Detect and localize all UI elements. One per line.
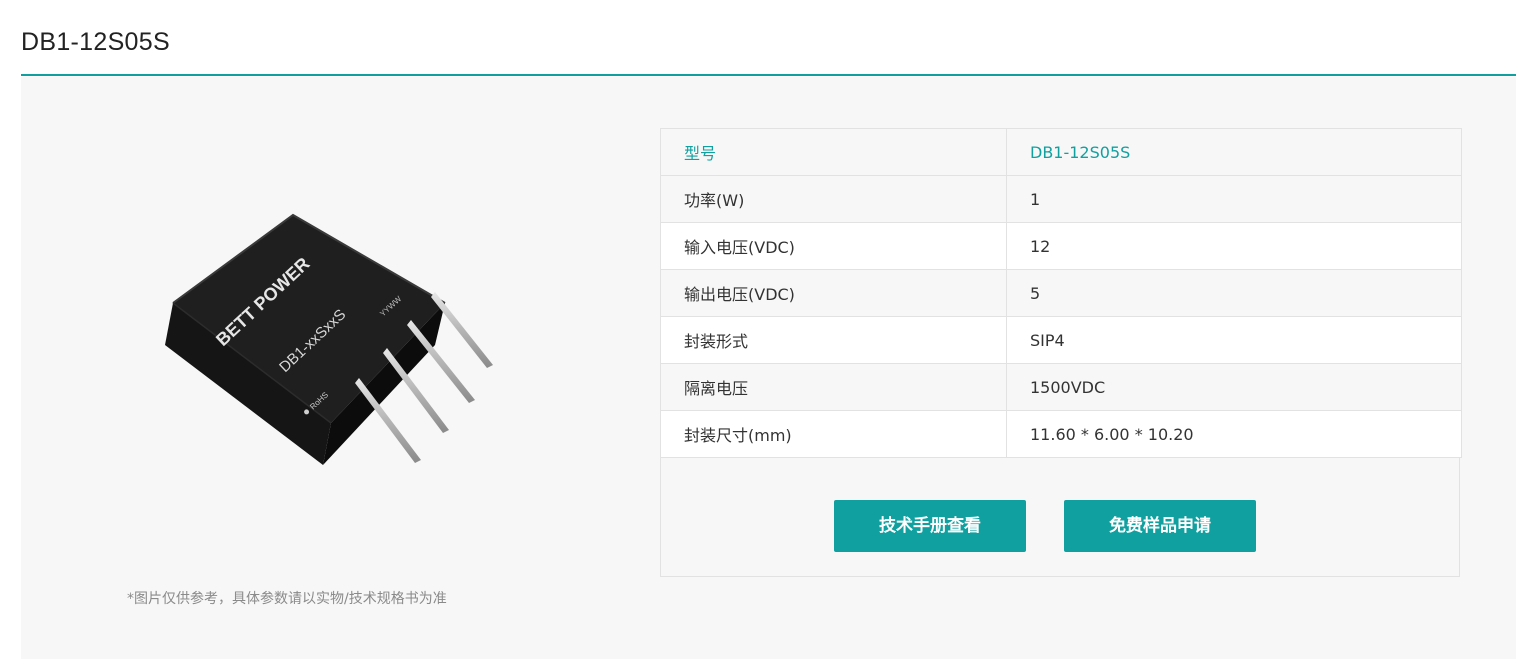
product-page: DB1-12S05S BETT POWER DB1-xxSxxS YYWW Ro… xyxy=(0,0,1516,659)
spec-row-dimensions: 封装尺寸(mm) 11.60 * 6.00 * 10.20 xyxy=(660,410,1462,458)
spec-key: 隔离电压 xyxy=(660,363,1007,411)
spec-row-power: 功率(W) 1 xyxy=(660,175,1462,223)
spec-row-input-voltage: 输入电压(VDC) 12 xyxy=(660,222,1462,270)
title-divider xyxy=(21,74,1516,76)
spec-key: 输出电压(VDC) xyxy=(660,269,1007,317)
spec-key: 型号 xyxy=(660,128,1007,176)
spec-key: 封装形式 xyxy=(660,316,1007,364)
spec-key: 功率(W) xyxy=(660,175,1007,223)
spec-value: 11.60 * 6.00 * 10.20 xyxy=(1006,410,1462,458)
page-title: DB1-12S05S xyxy=(21,28,170,56)
request-sample-button[interactable]: 免费样品申请 xyxy=(1064,500,1256,552)
product-image: BETT POWER DB1-xxSxxS YYWW RoHS xyxy=(165,213,493,465)
spec-value: SIP4 xyxy=(1006,316,1462,364)
spec-value: DB1-12S05S xyxy=(1006,128,1462,176)
spec-value: 12 xyxy=(1006,222,1462,270)
image-disclaimer: *图片仅供参考，具体参数请以实物/技术规格书为准 xyxy=(127,591,447,607)
spec-row-package: 封装形式 SIP4 xyxy=(660,316,1462,364)
spec-row-model: 型号 DB1-12S05S xyxy=(660,128,1462,176)
spec-key: 封装尺寸(mm) xyxy=(660,410,1007,458)
spec-value: 5 xyxy=(1006,269,1462,317)
view-manual-button[interactable]: 技术手册查看 xyxy=(834,500,1026,552)
spec-row-isolation-voltage: 隔离电压 1500VDC xyxy=(660,363,1462,411)
module-top-face xyxy=(173,215,445,423)
spec-key: 输入电压(VDC) xyxy=(660,222,1007,270)
spec-row-output-voltage: 输出电压(VDC) 5 xyxy=(660,269,1462,317)
spec-table: 型号 DB1-12S05S 功率(W) 1 输入电压(VDC) 12 输出电压(… xyxy=(660,128,1462,458)
spec-value: 1 xyxy=(1006,175,1462,223)
spec-box: 型号 DB1-12S05S 功率(W) 1 输入电压(VDC) 12 输出电压(… xyxy=(660,128,1462,577)
spec-value: 1500VDC xyxy=(1006,363,1462,411)
